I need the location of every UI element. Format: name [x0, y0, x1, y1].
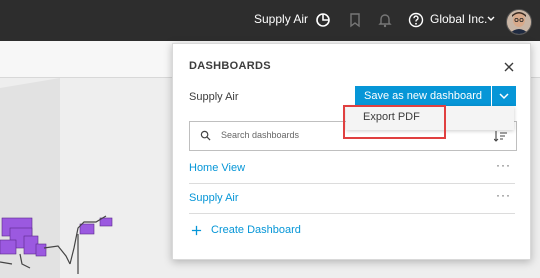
- create-dashboard-label[interactable]: Create Dashboard: [211, 224, 301, 236]
- more-options-icon[interactable]: ···: [496, 158, 511, 172]
- chart-icon[interactable]: [314, 11, 332, 29]
- dashboard-item-supply-air[interactable]: Supply Air ···: [189, 184, 515, 214]
- save-options-dropdown[interactable]: [492, 86, 516, 106]
- page-name: Supply Air: [254, 12, 309, 26]
- help-icon[interactable]: [407, 11, 425, 29]
- search-placeholder: Search dashboards: [221, 130, 300, 140]
- chevron-down-icon[interactable]: [485, 12, 497, 24]
- more-options-icon[interactable]: ···: [496, 188, 511, 202]
- dashboard-item-home-view[interactable]: Home View ···: [189, 154, 515, 184]
- avatar[interactable]: [506, 9, 532, 35]
- bell-icon[interactable]: [376, 11, 394, 29]
- plus-icon: [191, 225, 202, 236]
- account-name[interactable]: Global Inc.: [430, 12, 487, 26]
- chevron-down-icon: [499, 93, 509, 100]
- panel-title: DASHBOARDS: [189, 60, 271, 72]
- close-icon[interactable]: [503, 60, 515, 72]
- dashboard-item-label[interactable]: Home View: [189, 162, 245, 174]
- bookmark-icon[interactable]: [346, 11, 364, 29]
- save-as-new-dashboard-button[interactable]: Save as new dashboard: [355, 86, 491, 106]
- dashboards-panel: DASHBOARDS Supply Air Save as new dashbo…: [172, 43, 531, 260]
- highlight-box: [343, 105, 446, 139]
- top-bar: Supply Air Global Inc.: [0, 0, 540, 41]
- sort-icon[interactable]: [494, 130, 508, 142]
- current-dashboard: Supply Air: [189, 91, 239, 103]
- dashboard-item-label[interactable]: Supply Air: [189, 192, 239, 204]
- search-icon: [200, 130, 211, 141]
